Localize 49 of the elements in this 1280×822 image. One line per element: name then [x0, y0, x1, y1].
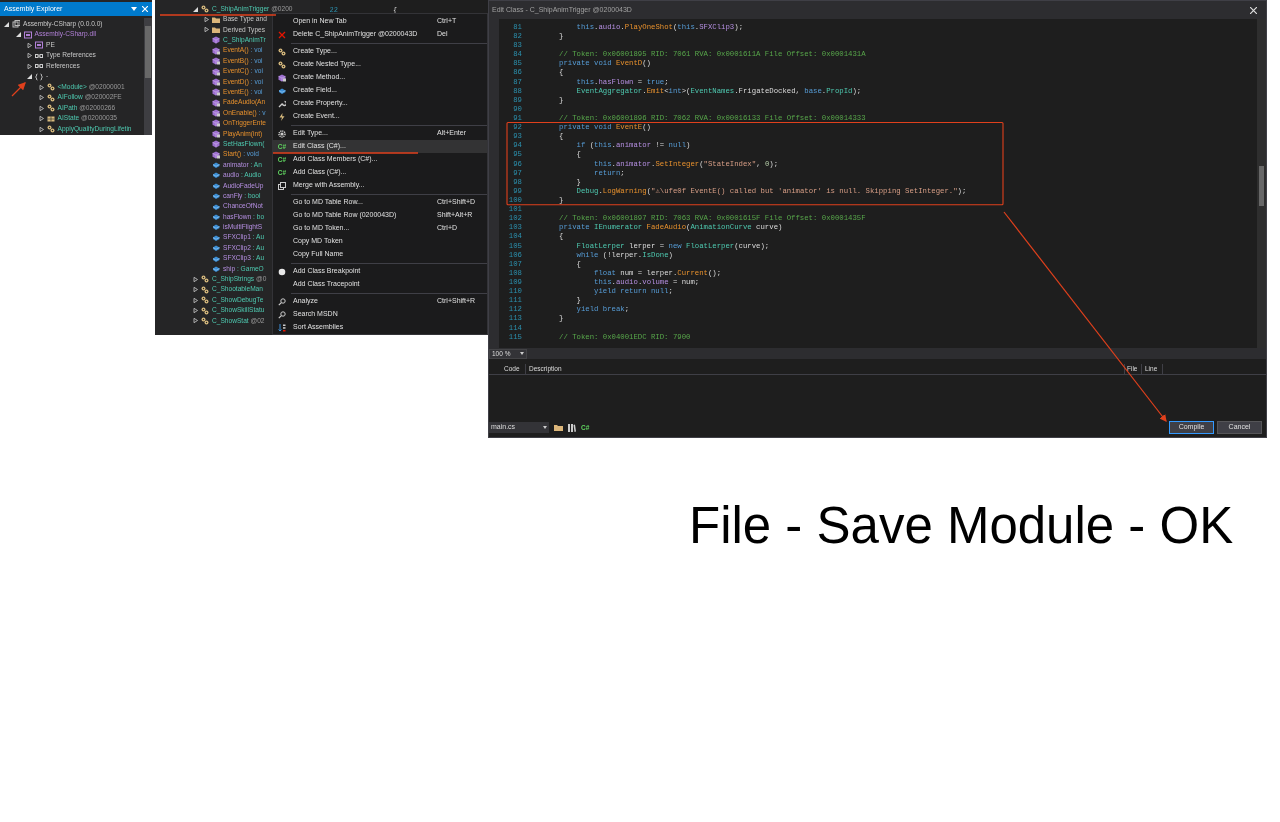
- expand-toggle-icon[interactable]: [27, 53, 32, 59]
- scroll-thumb[interactable]: [1259, 166, 1264, 206]
- cube-icon: [278, 73, 286, 82]
- folder-icon[interactable]: [554, 424, 563, 431]
- lightning-icon: [278, 112, 286, 121]
- gears-icon: [278, 60, 286, 69]
- sort-icon: [278, 323, 286, 332]
- breakpoint-icon: [278, 267, 286, 276]
- delete-icon: [278, 30, 286, 39]
- expand-toggle-icon[interactable]: [193, 287, 198, 293]
- gears-icon: [278, 47, 286, 56]
- close-icon[interactable]: [1250, 6, 1257, 14]
- gear-icon: [278, 129, 286, 138]
- scroll-thumb[interactable]: [145, 26, 151, 78]
- expand-toggle-icon[interactable]: [38, 126, 44, 132]
- scrollbar[interactable]: [144, 18, 152, 135]
- collapse-toggle-icon[interactable]: [193, 6, 198, 12]
- merge-icon: [278, 181, 286, 190]
- expand-toggle-icon[interactable]: [193, 297, 198, 303]
- books-icon[interactable]: [568, 423, 576, 432]
- dropdown-icon[interactable]: [131, 7, 137, 11]
- gears-icon: [201, 5, 209, 14]
- expand-toggle-icon[interactable]: [38, 105, 44, 111]
- expand-toggle-icon[interactable]: [27, 63, 32, 69]
- expand-toggle-icon[interactable]: [38, 84, 44, 90]
- gears-icon: [46, 93, 55, 102]
- field-icon: [212, 213, 220, 221]
- wrench-icon: [278, 99, 286, 108]
- caret-icon: [543, 426, 547, 429]
- expand-toggle-icon[interactable]: [204, 17, 209, 23]
- search-icon: [278, 310, 286, 319]
- annotation-arrow: [11, 82, 26, 97]
- gears-icon: [46, 104, 55, 113]
- expand-toggle-icon[interactable]: [38, 95, 44, 101]
- collapse-toggle-icon[interactable]: [15, 32, 21, 38]
- collapse-toggle-icon[interactable]: [4, 21, 9, 27]
- expand-toggle-icon[interactable]: [204, 27, 209, 33]
- search-icon: [278, 297, 286, 306]
- instruction-text: File - Save Module - OK: [689, 500, 1234, 551]
- field-icon: [278, 86, 286, 95]
- expand-toggle-icon[interactable]: [38, 116, 44, 122]
- expand-toggle-icon[interactable]: [193, 308, 198, 313]
- gears-icon: [46, 83, 55, 92]
- expand-toggle-icon[interactable]: [27, 42, 32, 48]
- collapse-toggle-icon[interactable]: [27, 74, 32, 80]
- braces-icon: [35, 72, 43, 81]
- expand-toggle-icon[interactable]: [193, 276, 198, 282]
- expand-toggle-icon[interactable]: [193, 318, 198, 324]
- caret-icon: [520, 352, 524, 355]
